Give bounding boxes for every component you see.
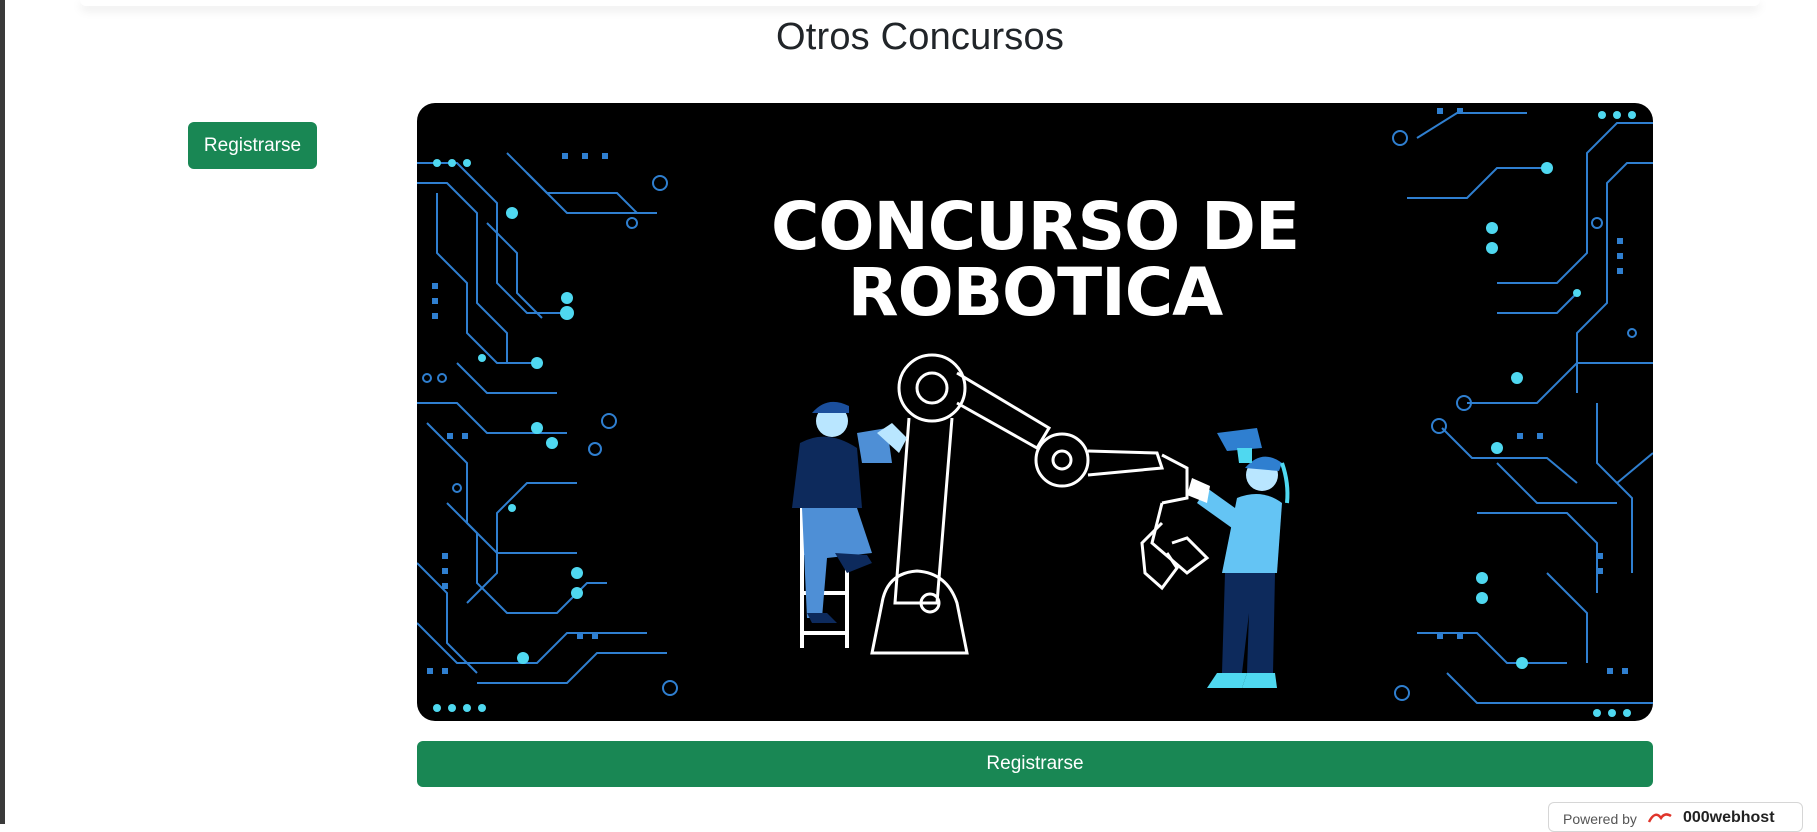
register-button-wide[interactable]: Registrarse	[417, 741, 1653, 787]
banner-title-line2: ROBOTICA	[847, 254, 1223, 331]
header-shadow	[80, 0, 1760, 6]
window-left-border	[0, 0, 5, 824]
powered-by-text: Powered by	[1563, 811, 1637, 827]
worker-left-illustration	[792, 401, 907, 648]
page-title: Otros Concursos	[775, 16, 1065, 58]
powered-by-badge[interactable]: Powered by 000webhost	[1548, 802, 1803, 832]
register-button-side[interactable]: Registrarse	[188, 122, 317, 169]
worker-right-illustration	[1187, 428, 1290, 688]
robot-arm-illustration	[870, 353, 1210, 655]
webhost-logo-icon	[1647, 813, 1672, 823]
circuit-right-pads	[1437, 108, 1628, 674]
contest-banner-image: CONCURSO DE ROBOTICA	[417, 103, 1653, 721]
banner-title-line1: CONCURSO DE	[770, 188, 1300, 265]
powered-by-brand: 000webhost	[1682, 809, 1775, 826]
